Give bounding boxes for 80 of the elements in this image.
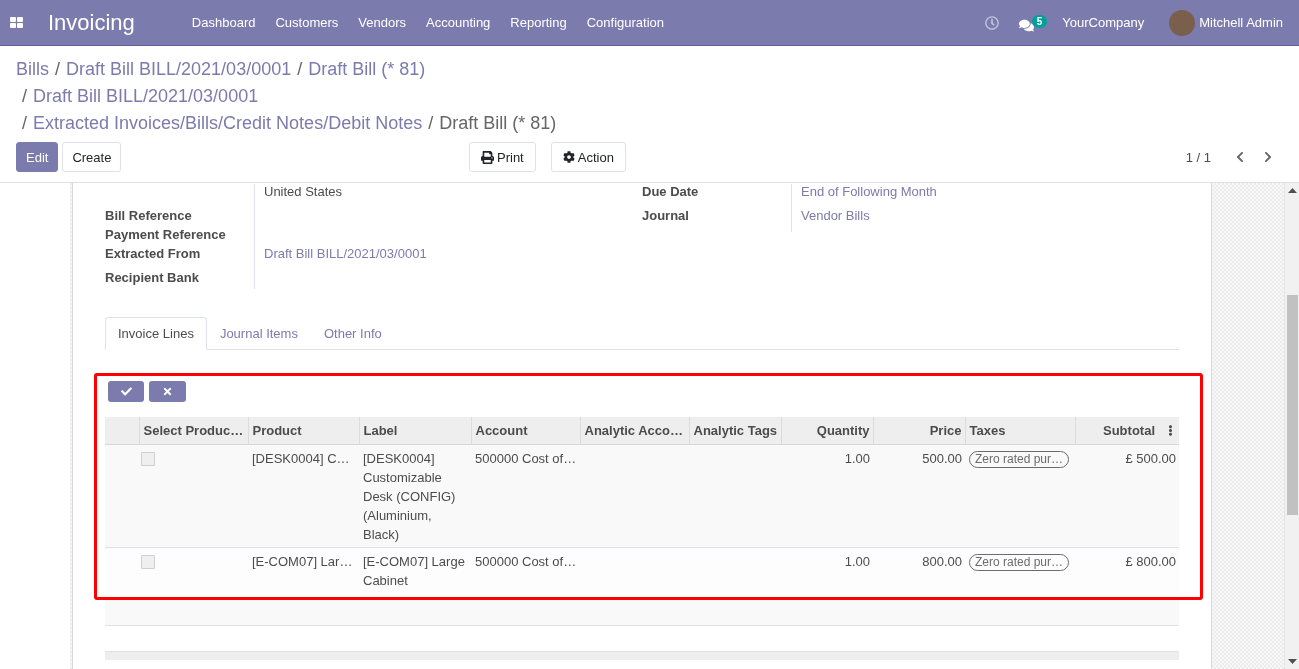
column-header[interactable]: Label bbox=[359, 417, 471, 444]
edit-button[interactable]: Edit bbox=[16, 142, 59, 172]
breadcrumb-link[interactable]: Draft Bill (* 81) bbox=[308, 56, 426, 83]
row-checkbox[interactable] bbox=[141, 554, 155, 569]
row-checkbox[interactable] bbox=[141, 451, 155, 466]
column-header[interactable]: Analytic Acco… bbox=[580, 417, 689, 444]
field-label: Journal bbox=[642, 208, 792, 232]
table-cell: [DESK0004] C… bbox=[248, 444, 359, 547]
breadcrumb-current: Draft Bill (* 81) bbox=[439, 112, 557, 135]
action-button[interactable]: Action bbox=[550, 142, 626, 172]
breadcrumb-separator: / bbox=[21, 85, 28, 108]
field-label: Due Date bbox=[642, 184, 792, 208]
table-cell: 1.00 bbox=[781, 547, 873, 593]
field-link[interactable]: End of Following Month bbox=[801, 184, 937, 199]
field-value: United States bbox=[263, 184, 344, 201]
breadcrumb-separator: / bbox=[427, 112, 435, 135]
save-button[interactable] bbox=[108, 381, 144, 402]
menu-item[interactable]: Accounting bbox=[416, 0, 501, 45]
message-count-badge: 5 bbox=[1031, 14, 1048, 28]
table-row[interactable]: [DESK0004] C… [DESK0004] Customizable Desk (CONFIG) (Aluminium, Black) 500000 Cost of… 1.00 500.00 Zero rated pur… £ 500.00 bbox=[105, 444, 1179, 547]
tab[interactable]: Other Info bbox=[310, 317, 395, 350]
table-cell: [E-COM07] Large Cabinet bbox=[359, 547, 471, 593]
chevron-left-icon bbox=[1234, 151, 1246, 163]
menu-item[interactable]: Reporting bbox=[500, 0, 577, 45]
column-header[interactable]: Subtotal bbox=[1103, 422, 1155, 438]
breadcrumb-link[interactable]: Draft Bill BILL/2021/03/0001 bbox=[33, 83, 259, 110]
column-header[interactable]: Analytic Tags bbox=[689, 417, 781, 444]
field-link[interactable]: Draft Bill BILL/2021/03/0001 bbox=[264, 246, 427, 261]
table-cell: [E-COM07] Lar… bbox=[248, 547, 359, 593]
field-label: Payment Reference bbox=[105, 227, 255, 246]
column-header[interactable]: Price bbox=[873, 417, 965, 444]
chat-icon bbox=[1019, 17, 1035, 33]
breadcrumb-link[interactable]: Bills bbox=[16, 56, 49, 83]
menu-item[interactable]: Dashboard bbox=[181, 0, 266, 45]
field-label: Recipient Bank bbox=[105, 270, 255, 289]
scrollbar-thumb[interactable] bbox=[1286, 295, 1298, 515]
discard-button[interactable] bbox=[149, 381, 186, 402]
table-cell: £ 800.00 bbox=[1075, 547, 1179, 593]
table-cell: 500.00 bbox=[873, 444, 965, 547]
column-header[interactable]: Quantity bbox=[781, 417, 873, 444]
field-label: Bill Reference bbox=[105, 208, 255, 227]
breadcrumb-separator: / bbox=[296, 58, 304, 81]
breadcrumb-separator: / bbox=[54, 58, 62, 81]
menu-item[interactable]: Customers bbox=[265, 0, 349, 45]
column-header[interactable]: Product bbox=[248, 417, 359, 444]
check-icon bbox=[120, 386, 132, 397]
app-title: Invoicing bbox=[48, 9, 135, 36]
printer-icon bbox=[481, 150, 494, 164]
breadcrumb-separator: / bbox=[21, 112, 28, 135]
scrollbar[interactable] bbox=[1284, 183, 1299, 669]
table-cell: 500000 Cost of… bbox=[471, 547, 580, 593]
table-cell: 1.00 bbox=[781, 444, 873, 547]
column-header[interactable]: Select Produc… bbox=[139, 417, 248, 444]
breadcrumb-link[interactable]: Draft Bill BILL/2021/03/0001 bbox=[66, 56, 292, 83]
pager-value: 1 / 1 bbox=[1185, 149, 1211, 165]
table-cell: £ 500.00 bbox=[1075, 444, 1179, 547]
tab[interactable]: Journal Items bbox=[206, 317, 311, 350]
messages-button[interactable]: 5 bbox=[1019, 14, 1048, 33]
apps-menu-icon[interactable] bbox=[10, 17, 23, 28]
create-button[interactable]: Create bbox=[62, 142, 122, 172]
column-header[interactable]: Account bbox=[471, 417, 580, 444]
gear-icon bbox=[562, 151, 575, 163]
menu-item[interactable]: Vendors bbox=[348, 0, 416, 45]
close-icon bbox=[162, 386, 173, 397]
table-cell: 500000 Cost of… bbox=[471, 444, 580, 547]
breadcrumb-link[interactable]: Extracted Invoices/Bills/Credit Notes/Debit Notes bbox=[33, 110, 423, 137]
company-switcher[interactable]: YourCompany bbox=[1062, 15, 1145, 30]
menu-item[interactable]: Configuration bbox=[576, 0, 675, 45]
scroll-up-icon[interactable] bbox=[1287, 188, 1297, 193]
table-cell: [DESK0004] Customizable Desk (CONFIG) (Aluminium, Black) bbox=[359, 444, 471, 547]
clock-icon[interactable] bbox=[985, 15, 1000, 30]
scroll-down-icon[interactable] bbox=[1287, 659, 1297, 664]
field-link[interactable]: Vendor Bills bbox=[801, 208, 870, 223]
user-menu[interactable]: Mitchell Admin bbox=[1199, 15, 1283, 30]
tab[interactable]: Invoice Lines bbox=[105, 317, 207, 350]
chevron-right-icon bbox=[1262, 151, 1274, 163]
column-header[interactable]: Taxes bbox=[965, 417, 1075, 444]
print-button[interactable]: Print bbox=[469, 142, 536, 172]
table-cell: 800.00 bbox=[873, 547, 965, 593]
field-label: Extracted From bbox=[105, 246, 255, 270]
